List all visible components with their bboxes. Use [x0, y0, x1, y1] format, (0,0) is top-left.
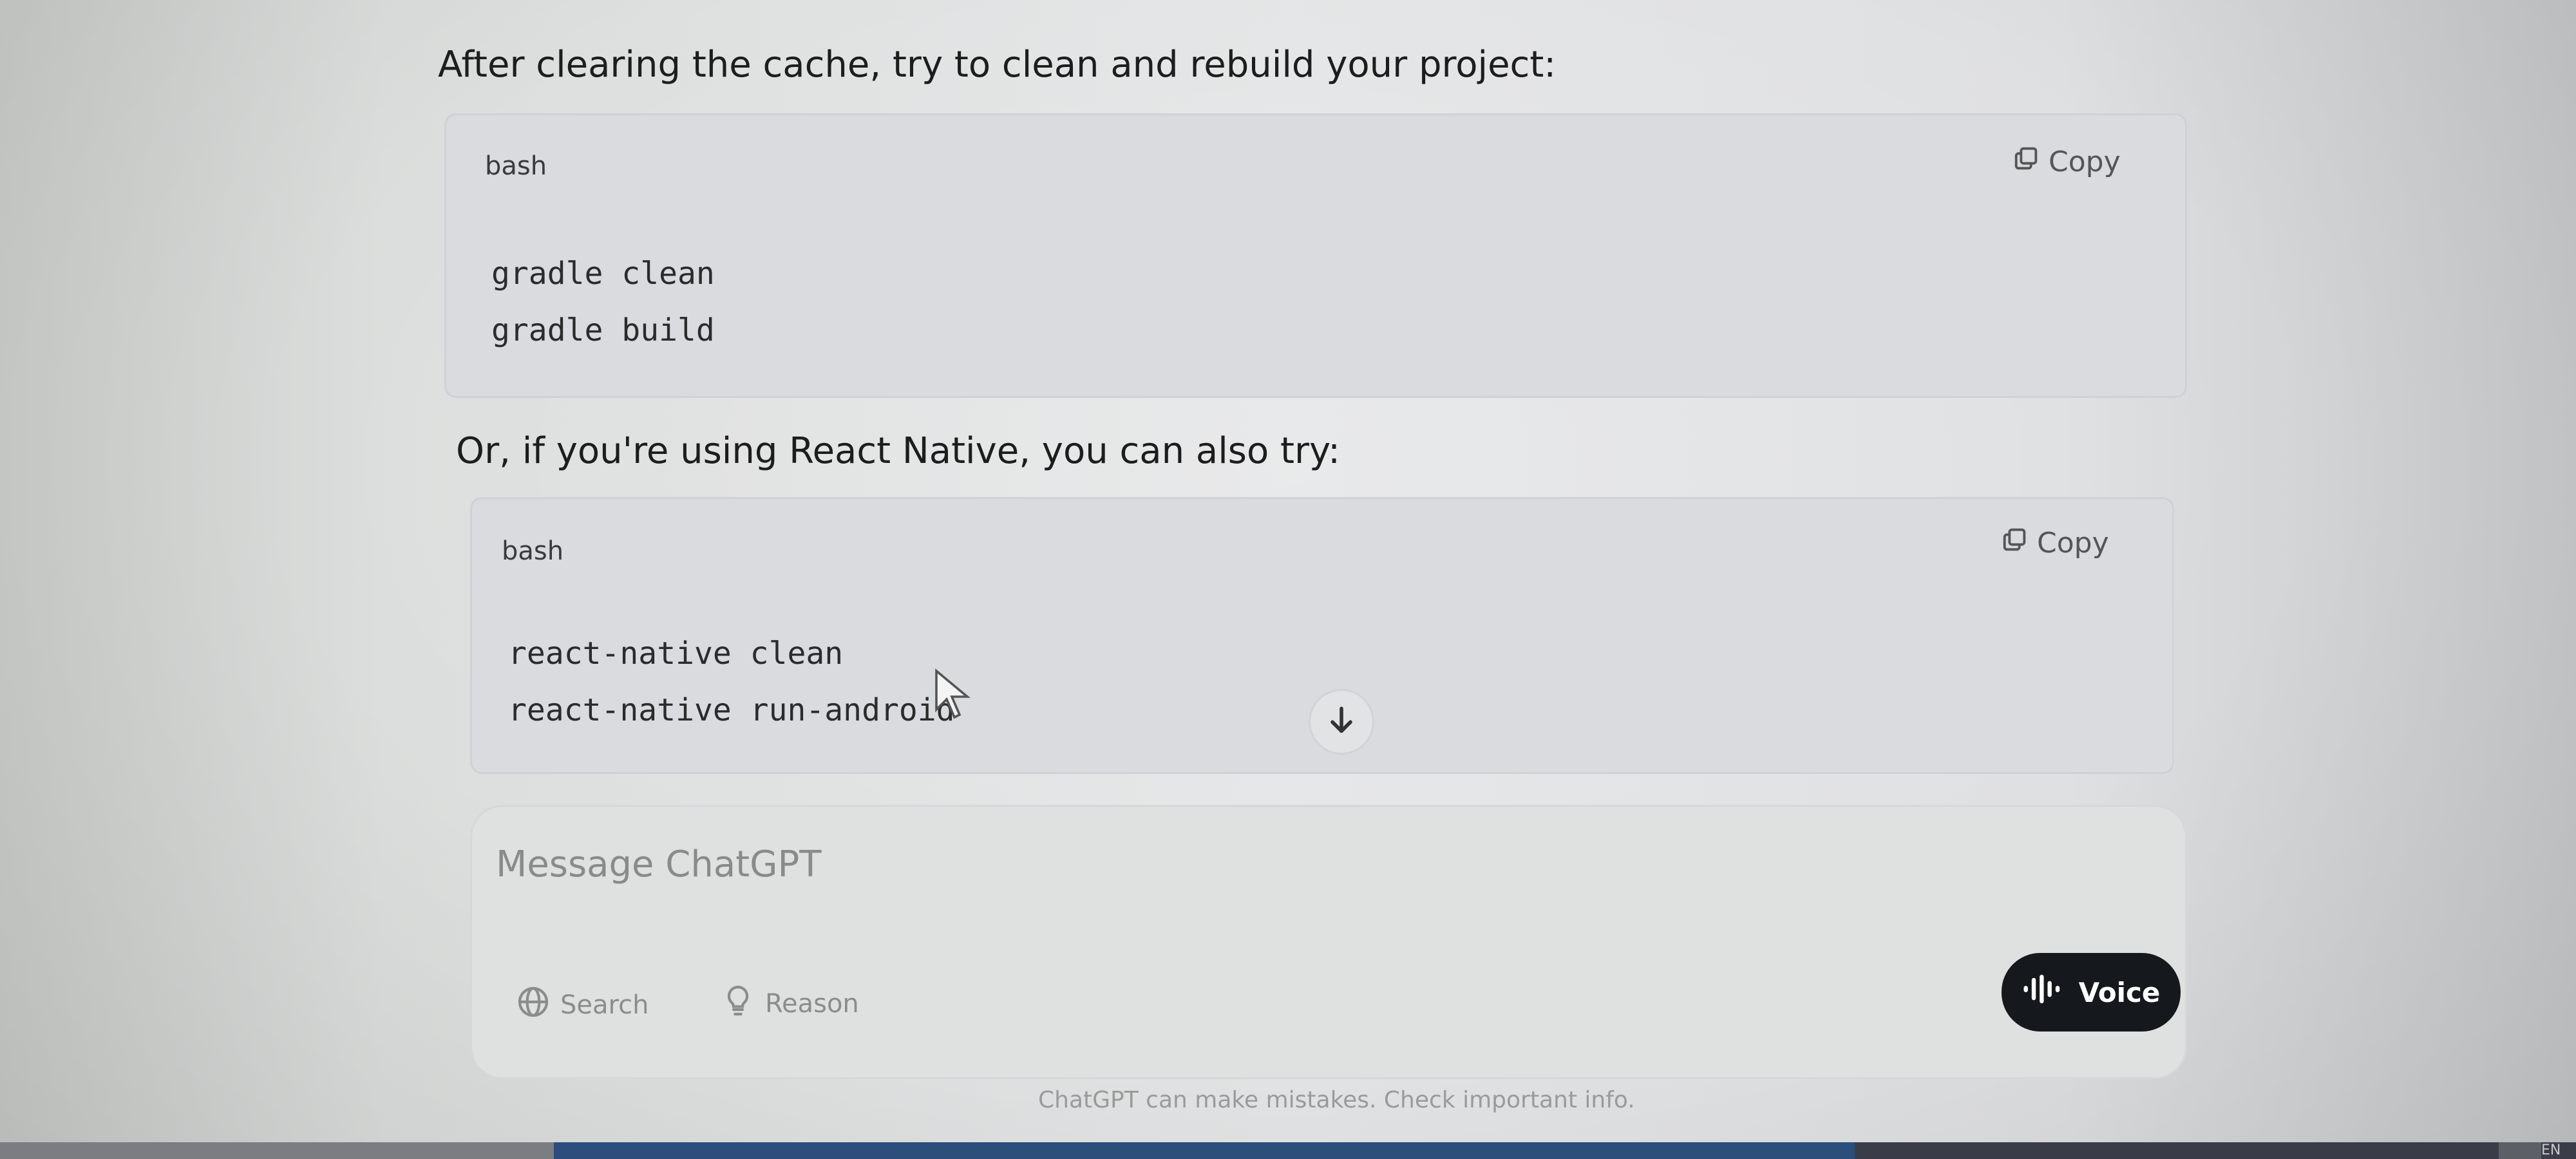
copy-icon — [2011, 144, 2041, 180]
search-label: Search — [560, 990, 649, 1020]
code-line: react-native run-android — [508, 692, 955, 728]
copy-code-button[interactable]: Copy — [2000, 525, 2109, 561]
copy-label: Copy — [2037, 527, 2109, 560]
lightbulb-icon — [720, 983, 756, 1025]
taskbar-lang-indicator[interactable]: EN — [2541, 1142, 2576, 1159]
code-block-1: bash Copy gradle clean gradle build — [444, 113, 2187, 398]
disclaimer-text: ChatGPT can make mistakes. Check importa… — [1038, 1087, 1635, 1113]
scroll-to-bottom-button[interactable] — [1309, 689, 1374, 755]
voice-button[interactable]: Voice — [2002, 953, 2181, 1032]
mouse-cursor — [934, 668, 972, 722]
code-line: react-native clean — [508, 636, 844, 672]
code-language-label: bash — [485, 151, 547, 181]
taskbar-segment — [889, 1142, 1855, 1159]
taskbar-segment — [1855, 1142, 2499, 1159]
reason-label: Reason — [765, 989, 859, 1019]
taskbar-segment — [554, 1142, 889, 1159]
voice-label: Voice — [2078, 976, 2161, 1008]
code-line: gradle build — [491, 312, 715, 348]
message-input[interactable]: Message ChatGPT — [496, 843, 821, 885]
copy-code-button[interactable]: Copy — [2011, 144, 2121, 180]
message-paragraph-intro: After clearing the cache, try to clean a… — [438, 44, 1557, 86]
search-button[interactable]: Search — [515, 984, 649, 1026]
taskbar-segment — [0, 1142, 554, 1159]
reason-button[interactable]: Reason — [720, 983, 859, 1025]
code-language-label: bash — [502, 536, 564, 566]
message-paragraph-react-native: Or, if you're using React Native, you ca… — [456, 430, 1340, 472]
copy-label: Copy — [2049, 146, 2121, 178]
code-line: gradle clean — [491, 256, 715, 292]
copy-icon — [2000, 525, 2029, 561]
arrow-down-icon — [1323, 702, 1359, 741]
globe-icon — [515, 984, 551, 1026]
voice-waveform-icon — [2022, 973, 2070, 1012]
taskbar: EN — [0, 1142, 2576, 1159]
